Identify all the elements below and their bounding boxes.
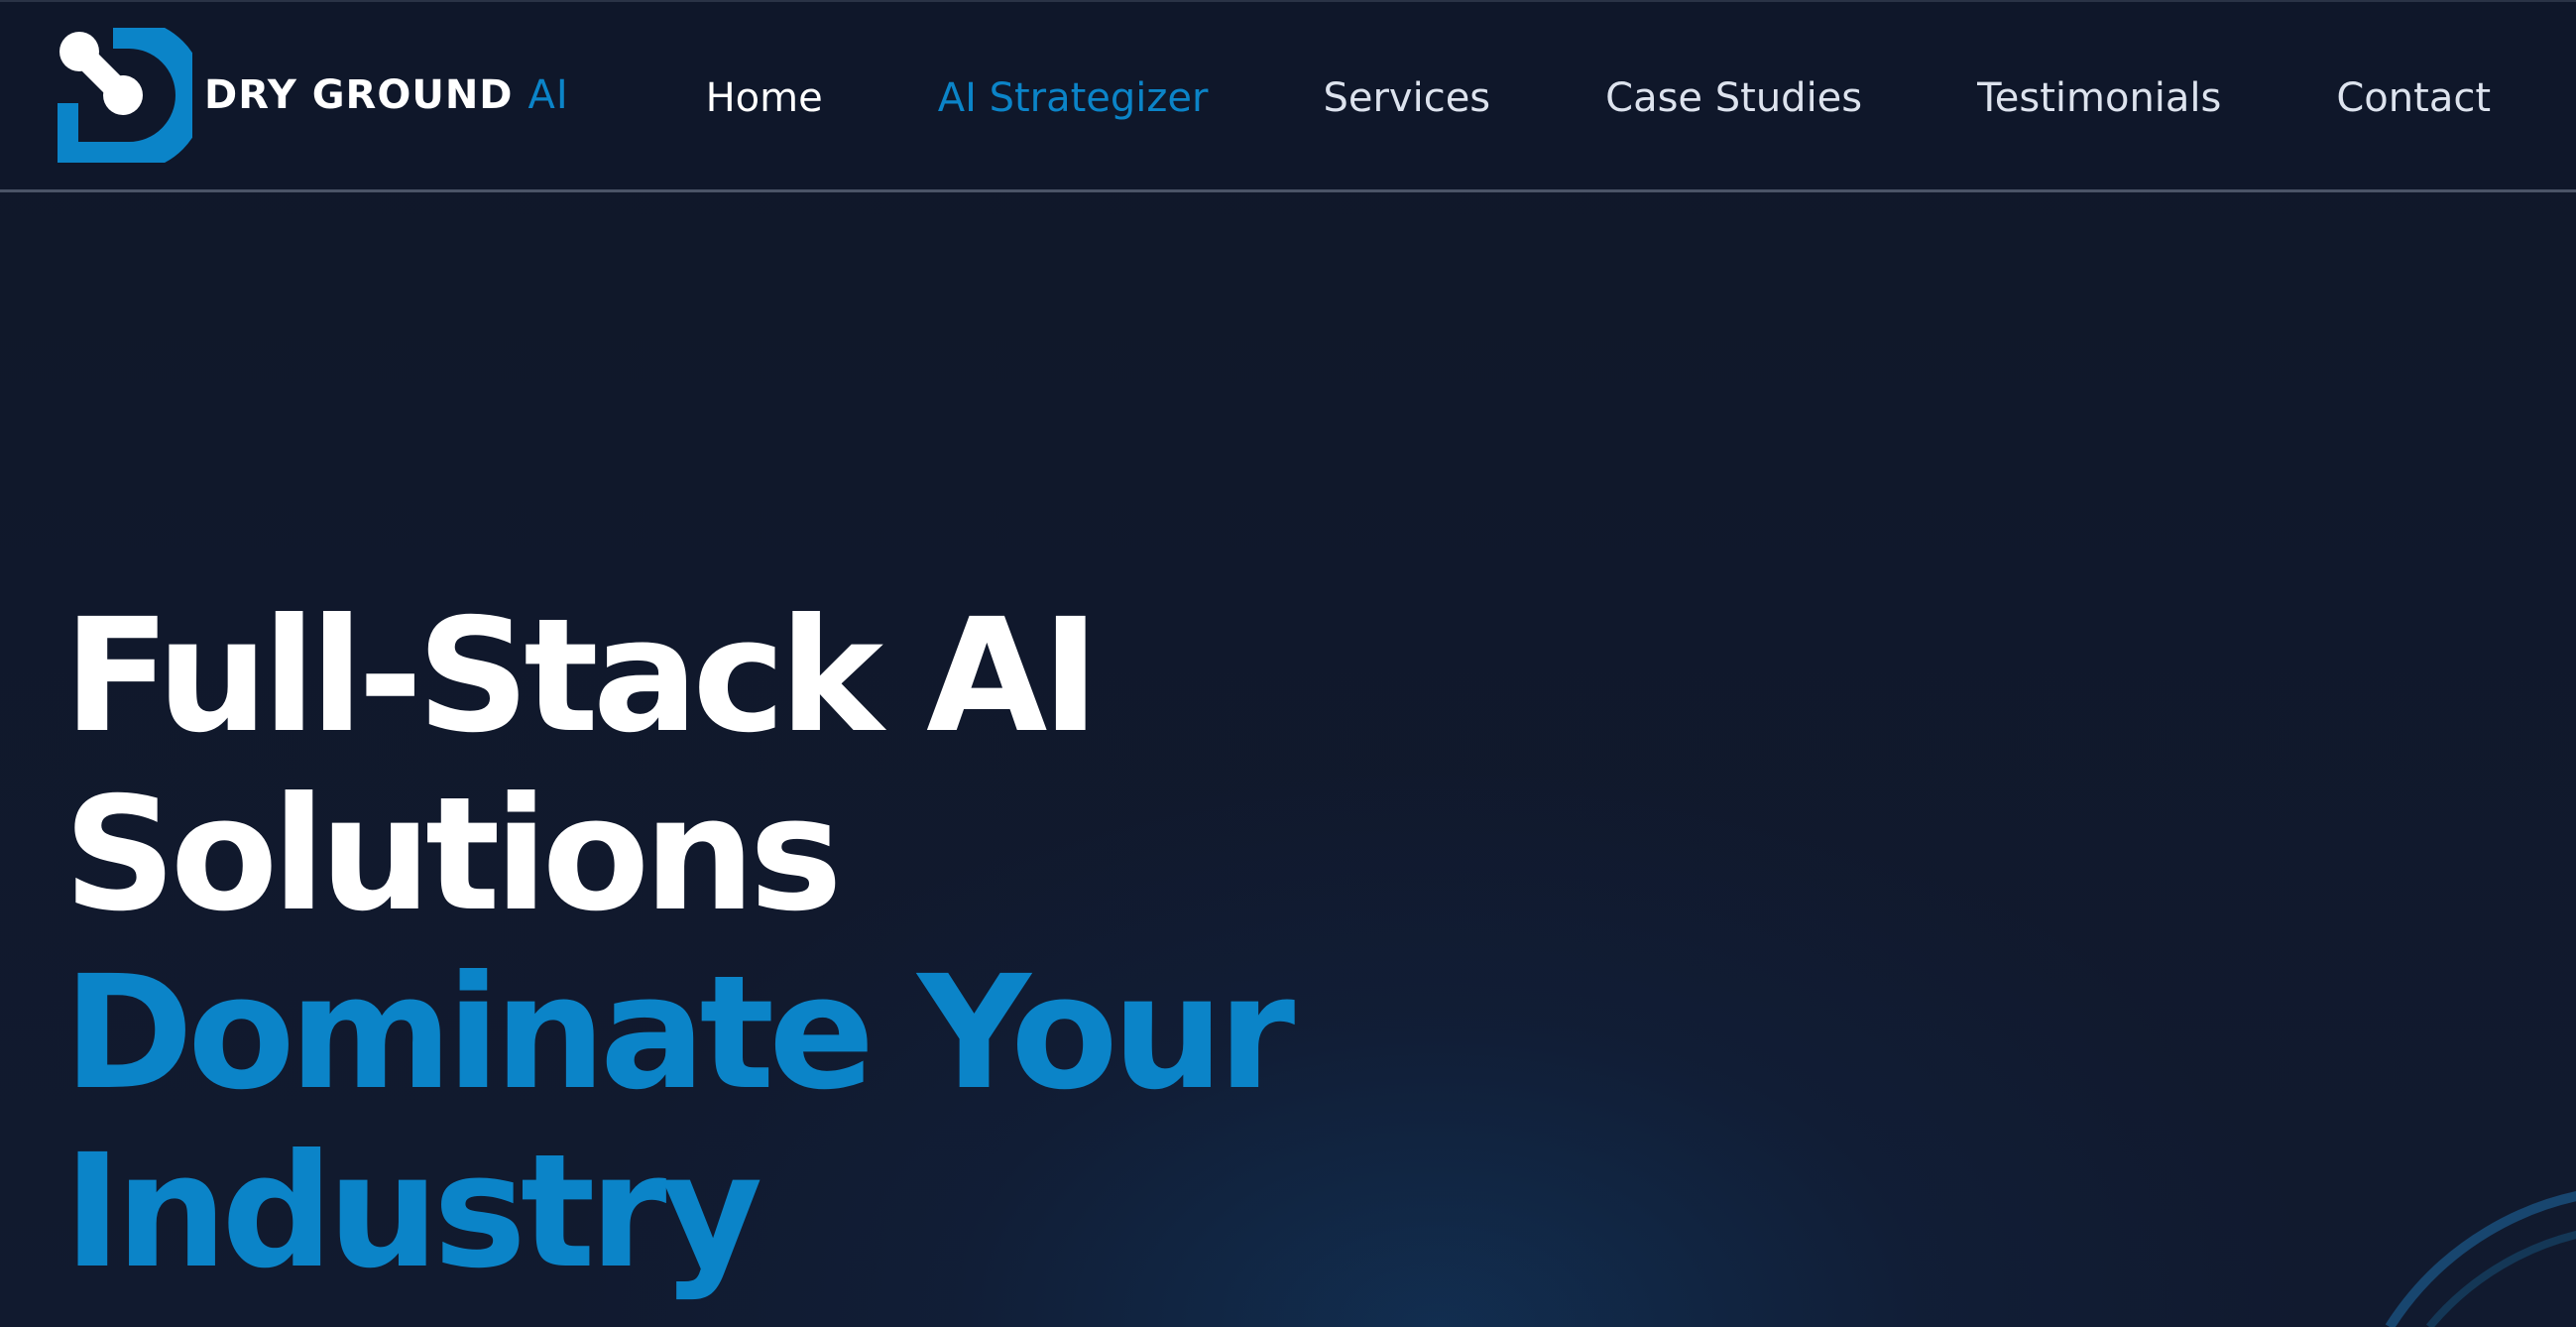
nav-link-contact[interactable]: Contact — [2336, 75, 2491, 121]
brand-name: DRY GROUND AI — [204, 72, 569, 118]
nav-link-testimonials[interactable]: Testimonials — [1977, 75, 2221, 121]
main-nav: Home AI Strategizer Services Case Studie… — [591, 2, 2491, 194]
brand-logo-icon — [58, 28, 192, 163]
top-navbar: DRY GROUND AI Home AI Strategizer Servic… — [0, 0, 2576, 192]
hero-accent-line-1: Dominate Your — [63, 942, 1295, 1125]
nav-link-case-studies[interactable]: Case Studies — [1605, 75, 1862, 121]
nav-link-services[interactable]: Services — [1323, 75, 1490, 121]
brand-logo[interactable]: DRY GROUND AI — [58, 28, 569, 163]
hero-title-line-2: Solutions — [63, 764, 843, 946]
hero-title: Full-Stack AI Solutions Dominate Your In… — [63, 585, 1295, 1303]
nav-link-ai-strategizer[interactable]: AI Strategizer — [938, 75, 1209, 121]
hero-title-line-1: Full-Stack AI — [63, 585, 1100, 768]
brand-name-accent: AI — [527, 72, 569, 118]
brand-name-main: DRY GROUND — [204, 72, 514, 118]
nav-link-home[interactable]: Home — [706, 75, 823, 121]
decorative-arc — [2385, 1191, 2576, 1327]
hero-accent-line-2: Industry — [63, 1121, 762, 1303]
